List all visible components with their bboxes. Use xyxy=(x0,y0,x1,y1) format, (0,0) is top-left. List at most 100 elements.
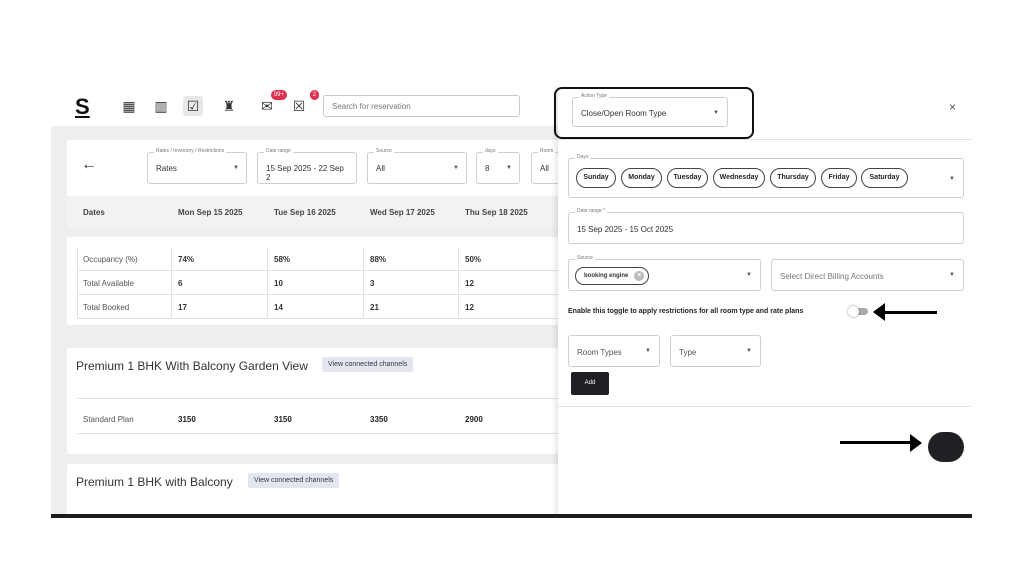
date-range-label: Date range * xyxy=(575,208,608,214)
days-multiselect[interactable]: Days Sunday Monday Tuesday Wednesday Thu… xyxy=(568,154,964,198)
header-dates: Dates xyxy=(83,208,105,217)
stats-card: Occupancy (%) 74% 58% 88% 50% Total Avai… xyxy=(67,237,558,325)
source-multiselect[interactable]: Source booking engine × ▼ xyxy=(568,255,761,291)
rate-plan-row: Standard Plan 3150 3150 3350 2900 xyxy=(77,398,558,434)
source-select-value: All xyxy=(376,164,385,173)
search-input[interactable]: Search for reservation xyxy=(323,95,520,117)
bottom-bar xyxy=(51,514,972,518)
chevron-down-icon: ▼ xyxy=(233,165,239,171)
stats-cell: 17 xyxy=(178,303,187,312)
dates-header-row: Dates Mon Sep 15 2025 Tue Sep 16 2025 We… xyxy=(67,196,558,228)
stats-row-label: Total Available xyxy=(83,279,134,288)
source-select[interactable]: Source All ▼ xyxy=(367,148,467,184)
day-chip[interactable]: Thursday xyxy=(770,168,816,188)
date-range-field[interactable]: Date range * 15 Sep 2025 - 15 Oct 2025 xyxy=(568,208,964,244)
type-placeholder: Type xyxy=(679,348,697,357)
annotation-arrow xyxy=(840,441,912,444)
days-select[interactable]: days 8 ▼ xyxy=(476,148,520,184)
calendar-check-icon[interactable]: ☑ xyxy=(183,96,203,116)
room-types-select[interactable]: Room Types ▼ xyxy=(568,335,660,367)
notification-icon[interactable]: ☒ 2 xyxy=(289,90,319,116)
chevron-down-icon: ▼ xyxy=(949,176,955,182)
header-date: Wed Sep 17 2025 xyxy=(370,208,435,217)
source-chip-label: booking engine xyxy=(584,273,629,279)
day-chip[interactable]: Friday xyxy=(821,168,857,188)
rate-cell[interactable]: 3350 xyxy=(370,415,388,424)
chevron-down-icon: ▼ xyxy=(949,272,955,278)
add-button[interactable]: Add xyxy=(571,372,609,395)
room-select-label: Room xyxy=(538,148,556,154)
divider xyxy=(558,139,972,140)
toggle-knob xyxy=(848,306,859,317)
rates-select[interactable]: Rates / Inventory / Restrictions Rates ▼ xyxy=(147,148,247,184)
stats-cell: 10 xyxy=(274,279,283,288)
submit-button[interactable] xyxy=(928,432,964,462)
chat-icon[interactable]: ✉ 99+ xyxy=(257,90,287,116)
chevron-down-icon: ▼ xyxy=(453,165,459,171)
day-chip[interactable]: Saturday xyxy=(861,168,908,188)
view-channels-button[interactable]: View connected channels xyxy=(322,357,414,372)
chevron-down-icon: ▼ xyxy=(746,348,752,354)
stats-row-label: Occupancy (%) xyxy=(83,255,138,264)
rate-cell[interactable]: 3150 xyxy=(178,415,196,424)
stats-cell: 88% xyxy=(370,255,387,264)
header-date: Tue Sep 16 2025 xyxy=(274,208,336,217)
day-chip[interactable]: Monday xyxy=(621,168,662,188)
room-card: Premium 1 BHK with Balcony View connecte… xyxy=(67,464,558,516)
source-select-label: Source xyxy=(374,148,394,154)
back-arrow-icon[interactable]: ← xyxy=(81,156,97,174)
stats-cell: 58% xyxy=(274,255,291,264)
rate-cell[interactable]: 2900 xyxy=(465,415,483,424)
rates-select-value: Rates xyxy=(156,164,177,173)
day-chip[interactable]: Sunday xyxy=(576,168,616,188)
chevron-down-icon: ▼ xyxy=(645,348,651,354)
stats-row-available: Total Available 6 10 3 12 xyxy=(77,271,558,295)
stats-cell: 50% xyxy=(465,255,482,264)
toggle-description: Enable this toggle to apply restrictions… xyxy=(568,308,804,315)
days-select-value: 8 xyxy=(485,164,490,173)
rates-select-label: Rates / Inventory / Restrictions xyxy=(154,148,227,154)
date-range-value: 15 Sep 2025 - 15 Oct 2025 xyxy=(577,225,674,234)
divider xyxy=(558,406,972,407)
stats-row-label: Total Booked xyxy=(83,303,130,312)
chevron-down-icon: ▼ xyxy=(713,110,719,116)
stats-cell: 3 xyxy=(370,279,375,288)
rate-cell[interactable]: 3150 xyxy=(274,415,292,424)
action-type-select[interactable]: Action Type Close/Open Room Type ▼ xyxy=(572,93,728,127)
calendar-icon[interactable]: ▥ xyxy=(151,96,171,116)
source-chip[interactable]: booking engine × xyxy=(575,267,650,285)
notifications-badge: 2 xyxy=(309,90,319,100)
close-icon[interactable]: × xyxy=(949,100,956,114)
grid-icon[interactable]: ▦ xyxy=(119,96,139,116)
day-chip[interactable]: Wednesday xyxy=(713,168,765,188)
date-range-select[interactable]: Date range 15 Sep 2025 - 22 Sep 2 xyxy=(257,148,357,184)
apply-all-toggle[interactable] xyxy=(848,306,868,317)
arrow-head-icon xyxy=(873,303,885,321)
luggage-icon[interactable]: ♜ xyxy=(219,96,239,116)
annotation-arrow xyxy=(881,311,937,314)
billing-accounts-select[interactable]: Select Direct Billing Accounts ▼ xyxy=(771,259,964,291)
room-card: Premium 1 BHK With Balcony Garden View V… xyxy=(67,348,558,454)
view-channels-button[interactable]: View connected channels xyxy=(248,473,340,488)
date-range-label: Date range xyxy=(264,148,293,154)
stats-row-occupancy: Occupancy (%) 74% 58% 88% 50% xyxy=(77,247,558,271)
header-date: Thu Sep 18 2025 xyxy=(465,208,528,217)
stats-cell: 74% xyxy=(178,255,195,264)
remove-chip-icon[interactable]: × xyxy=(634,271,645,281)
stats-cell: 14 xyxy=(274,303,283,312)
rate-plan-name: Standard Plan xyxy=(83,415,134,424)
stats-cell: 12 xyxy=(465,279,474,288)
messages-badge: 99+ xyxy=(270,90,287,100)
day-chip[interactable]: Tuesday xyxy=(667,168,708,188)
days-label: Days xyxy=(575,154,591,160)
date-range-value: 15 Sep 2025 - 22 Sep 2 xyxy=(266,164,344,182)
filter-card: ← Rates / Inventory / Restrictions Rates… xyxy=(67,140,571,228)
chevron-down-icon: ▼ xyxy=(746,272,752,278)
type-select[interactable]: Type ▼ xyxy=(670,335,761,367)
action-type-label: Action Type xyxy=(579,93,610,99)
billing-accounts-placeholder: Select Direct Billing Accounts xyxy=(780,272,884,281)
top-toolbar: S ▦ ▥ ☑ ♜ ✉ 99+ ☒ 2 Search for reservation xyxy=(51,86,558,126)
action-type-value: Close/Open Room Type xyxy=(581,109,667,118)
app-logo[interactable]: S xyxy=(75,94,90,120)
room-select-value: All xyxy=(540,164,549,173)
